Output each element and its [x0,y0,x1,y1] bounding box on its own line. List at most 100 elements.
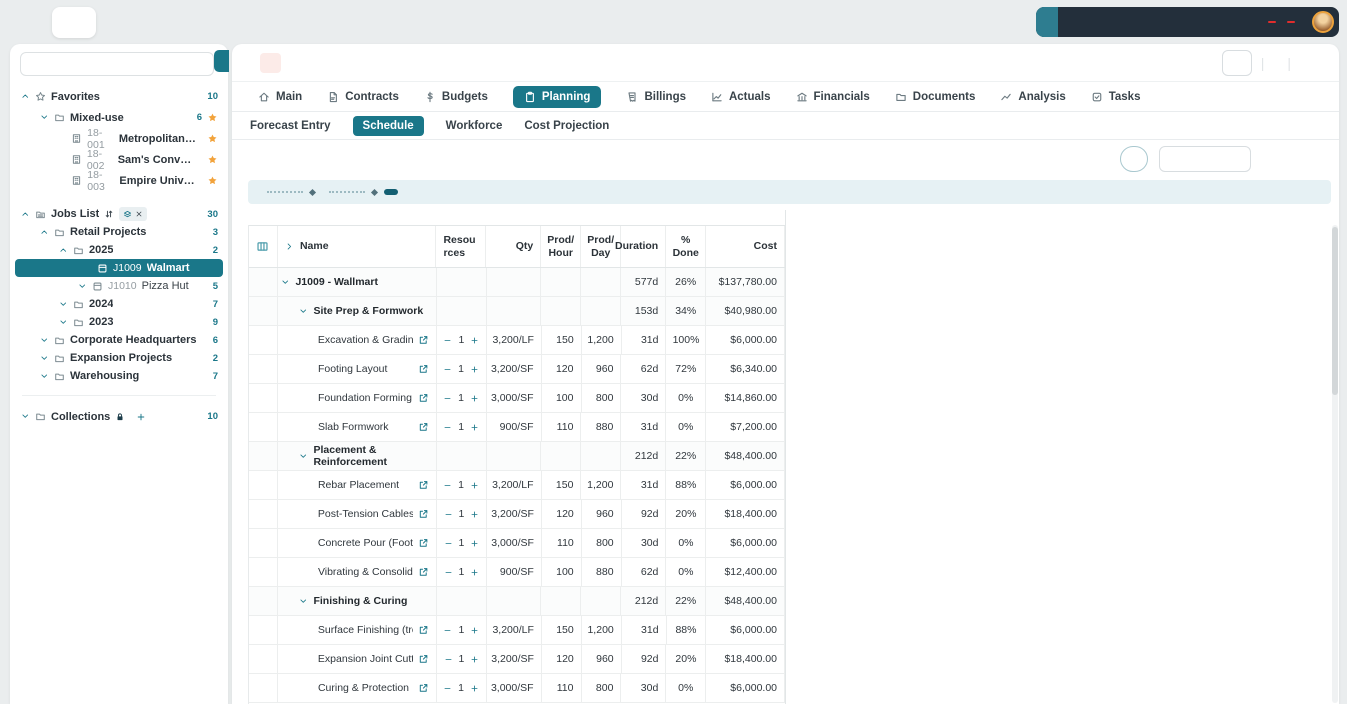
chevron-up-icon[interactable] [58,246,68,255]
decrement-icon[interactable] [443,336,452,345]
filter-chip[interactable] [119,207,148,221]
tab-contracts[interactable]: Contracts [327,91,399,103]
increment-icon[interactable] [470,394,479,403]
sidebar-item-mixed-use[interactable]: Mixed-use 6 [10,107,228,128]
increment-icon[interactable] [470,568,479,577]
tab-budgets[interactable]: Budgets [424,91,488,103]
table-row-j1009-wallmart[interactable]: J1009 - Wallmart 577d 26% $137,780.00 [249,268,785,297]
sidebar-item-favorites[interactable]: Favorites 10 [10,86,228,107]
tab-actuals[interactable]: Actuals [711,91,771,103]
sidebar-item-empire-university[interactable]: 18-003 Empire University [10,169,228,193]
search-input[interactable] [20,52,214,76]
open-task-icon[interactable] [418,480,429,491]
table-row-vibrating-consolidation[interactable]: Vibrating & Consolidation1900/SF10088062… [249,558,786,587]
table-row-finishing-curing[interactable]: Finishing & Curing 212d 22% $48,400.00 [249,587,785,616]
star-icon[interactable] [207,175,218,186]
star-icon[interactable] [207,133,218,144]
sidebar-item-sam-s-convenien[interactable]: 18-002Sam's Convenien... [10,148,228,172]
scrollbar[interactable] [1332,225,1338,703]
subtab-forecast-entry[interactable]: Forecast Entry [250,120,331,132]
table-row-site-prep-formwork[interactable]: Site Prep & Formwork 153d 34% $40,980.00 [249,297,785,326]
increment-icon[interactable] [470,423,479,432]
scale-dropdown[interactable] [1159,146,1251,172]
subtab-schedule[interactable]: Schedule [352,115,424,136]
open-task-icon[interactable] [418,509,429,520]
open-task-icon[interactable] [418,393,429,404]
chevron-down-icon[interactable] [39,354,49,363]
decrement-icon[interactable] [444,510,453,519]
decrement-icon[interactable] [443,626,452,635]
close-icon[interactable] [135,210,143,218]
decrement-icon[interactable] [443,423,452,432]
scrollbar-thumb[interactable] [1332,227,1338,395]
decrement-icon[interactable] [443,365,452,374]
decrement-icon[interactable] [443,394,452,403]
sidebar-item-jobs-list[interactable]: Jobs List 30 [10,205,228,223]
chevron-down-icon[interactable] [39,336,49,345]
increment-icon[interactable] [470,510,479,519]
star-icon[interactable] [207,112,218,123]
increment-icon[interactable] [470,684,479,693]
current-period-button[interactable] [1120,146,1148,172]
table-row-rebar-placement[interactable]: Rebar Placement 1 3,200/LF 150 1,200 31d 88% $6… [249,471,786,500]
sidebar-item-walmart[interactable]: J1009 Walmart [15,259,223,277]
tab-tasks[interactable]: Tasks [1091,91,1140,103]
collapse-topbar-button[interactable] [1036,7,1058,37]
sidebar-item-2024[interactable]: 2024 7 [10,295,228,313]
decrement-icon[interactable] [443,481,452,490]
table-row-post-tension-cables[interactable]: Post-Tension Cables 1 3,200/SF 120 960 92d 20%… [249,500,785,529]
decrement-icon[interactable] [444,655,453,664]
chevron-down-icon[interactable] [58,300,68,309]
open-task-icon[interactable] [418,625,429,636]
tab-financials[interactable]: Financials [796,91,870,103]
chevron-down-icon[interactable] [20,412,30,421]
avatar[interactable] [1312,11,1334,33]
open-task-icon[interactable] [418,364,429,375]
chevron-down-icon[interactable] [299,452,308,461]
table-row-curing-protection[interactable]: Curing & Protection 1 3,000/SF 110 800 30d 0% $… [249,674,786,703]
chevron-down-icon[interactable] [39,372,49,381]
app-tab-gantt[interactable] [52,7,96,38]
increment-icon[interactable] [470,626,479,635]
chevron-up-icon[interactable] [20,210,30,219]
subtab-workforce[interactable]: Workforce [446,120,503,132]
increment-icon[interactable] [470,365,479,374]
sidebar-item-pizza-hut[interactable]: J1010 Pizza Hut 5 [10,277,228,295]
increment-icon[interactable] [470,481,479,490]
decrement-icon[interactable] [444,539,453,548]
chevron-down-icon[interactable] [281,278,290,287]
star-icon[interactable] [207,154,218,165]
sidebar-item-expansion-projects[interactable]: Expansion Projects 2 [10,349,228,367]
table-row-footing-layout[interactable]: Footing Layout 1 3,200/SF 120 960 62d 72% $6,34… [249,355,786,384]
table-row-foundation-forming[interactable]: Foundation Forming 1 3,000/SF 100 800 30d 0% $1… [249,384,786,413]
tab-planning[interactable]: Planning [512,85,602,108]
chevron-down-icon[interactable] [39,113,49,122]
sidebar-item-2023[interactable]: 2023 9 [10,313,228,331]
decrement-icon[interactable] [444,568,453,577]
sidebar-item-retail-projects[interactable]: Retail Projects 3 [10,223,228,241]
chevron-right-icon[interactable] [285,242,294,251]
sidebar-item-collections[interactable]: Collections 10 [10,406,228,427]
chevron-up-icon[interactable] [20,92,30,101]
sidebar-item-warehousing[interactable]: Warehousing 7 [10,367,228,385]
chevron-down-icon[interactable] [299,307,308,316]
sidebar-item-corporate-headquarters[interactable]: Corporate Headquarters 6 [10,331,228,349]
tab-analysis[interactable]: Analysis [1000,91,1066,103]
increment-icon[interactable] [470,539,479,548]
chevron-down-icon[interactable] [77,282,87,291]
table-row-surface-finishing-trowel-br[interactable]: Surface Finishing (trowel, br...13,200/L… [249,616,785,645]
chevron-down-icon[interactable] [58,318,68,327]
table-row-expansion-joint-cutting[interactable]: Expansion Joint Cutting13,200/SF12096092… [249,645,785,674]
open-task-icon[interactable] [418,422,429,433]
add-collection-icon[interactable] [136,412,146,422]
open-task-icon[interactable] [418,335,429,346]
sort-icon[interactable] [104,209,114,219]
open-task-icon[interactable] [418,683,429,694]
tab-documents[interactable]: Documents [895,91,975,103]
increment-icon[interactable] [470,655,479,664]
open-task-icon[interactable] [418,567,429,578]
table-row-slab-formwork[interactable]: Slab Formwork 1 900/SF 110 880 31d 0% $7,200.00 [249,413,785,442]
open-task-icon[interactable] [418,538,429,549]
table-columns-icon[interactable] [256,240,269,253]
chevron-up-icon[interactable] [39,228,49,237]
